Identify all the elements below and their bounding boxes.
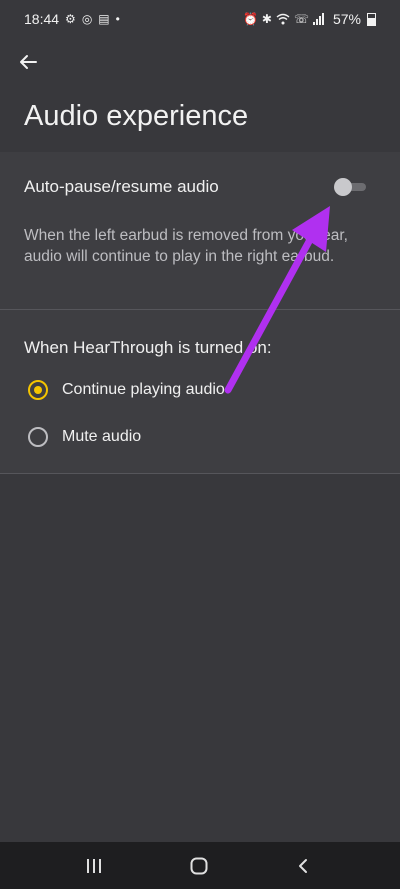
auto-pause-description: When the left earbud is removed from you… [24,227,348,265]
home-button[interactable] [184,852,214,880]
status-right: ⏰ ✱ ☏ 57% [243,11,376,27]
signal-icon [312,13,324,25]
instagram-icon: ◎ [81,12,93,26]
home-icon [190,857,208,875]
back-icon [299,859,307,873]
settings-notification-icon: ⚙ [65,12,76,26]
wifi-icon [276,13,290,25]
volte-call-icon: ☏ [293,12,309,26]
auto-pause-toggle[interactable] [334,178,366,196]
radio-label-continue: Continue playing audio [62,381,225,398]
nav-back-button[interactable] [288,852,318,880]
dot-icon: • [115,12,120,26]
section-divider [0,309,400,310]
battery-percent: 57% [332,11,361,27]
radio-unselected-icon [28,427,48,447]
radio-selected-icon [28,380,48,400]
back-button[interactable] [14,48,42,76]
toggle-thumb [334,178,352,196]
radio-option-continue[interactable]: Continue playing audio [24,375,225,405]
arrow-left-icon [20,55,37,69]
navigation-bar [0,842,400,889]
auto-pause-label: Auto-pause/resume audio [24,177,219,196]
page-title: Audio experience [24,100,249,132]
status-bar: 18:44 ⚙ ◎ ▤ • ⏰ ✱ ☏ 57% [0,0,400,38]
radio-option-mute[interactable]: Mute audio [24,422,141,452]
status-left: 18:44 ⚙ ◎ ▤ • [24,11,120,27]
section-divider-bottom [0,473,400,474]
recent-apps-icon [87,859,101,873]
radio-label-mute: Mute audio [62,428,142,445]
calendar-icon: ▤ [98,12,110,26]
status-time: 18:44 [24,11,60,27]
battery-icon [367,12,376,26]
hearthrough-label: When HearThrough is turned on: [24,338,272,357]
bluetooth-icon: ✱ [261,12,272,26]
recent-apps-button[interactable] [79,852,109,880]
alarm-icon: ⏰ [242,12,258,26]
